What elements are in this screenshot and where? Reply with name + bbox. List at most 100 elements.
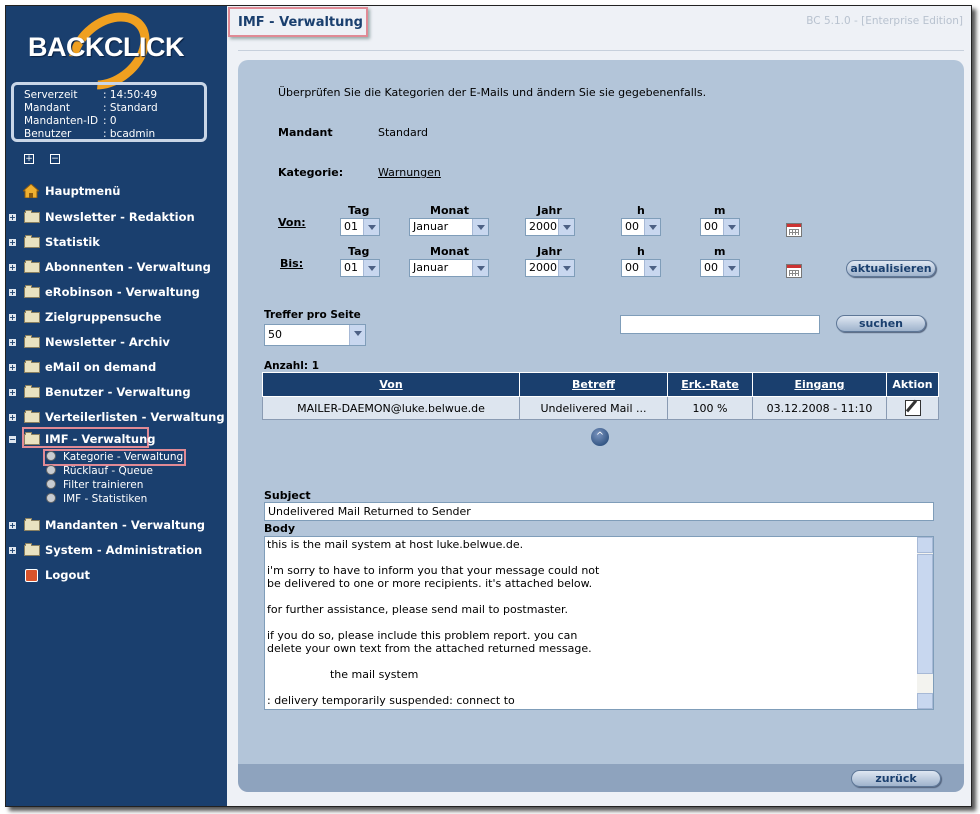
bullet-icon <box>46 451 56 461</box>
column-header-eingang[interactable]: Eingang <box>752 372 887 397</box>
von-monat-select[interactable]: Januar <box>409 218 489 236</box>
info-row-serverzeit: Serverzeit: 14:50:49 <box>24 89 158 101</box>
mandant-label: Mandant <box>278 126 333 139</box>
subnav-ruecklauf-queue[interactable]: Rücklauf - Queue <box>46 465 153 477</box>
expand-icon[interactable]: + <box>9 289 16 297</box>
column-header-erk-rate[interactable]: Erk.-Rate <box>667 372 753 397</box>
expand-icon[interactable]: + <box>9 239 16 247</box>
folder-icon <box>24 385 40 398</box>
nav-mandanten-verwaltung[interactable]: + Mandanten - Verwaltung <box>6 515 227 535</box>
subject-label: Subject <box>264 489 311 502</box>
expand-icon[interactable]: + <box>9 314 16 322</box>
dropdown-arrow-icon <box>472 219 488 235</box>
body-text: this is the mail system at host luke.bel… <box>267 538 600 707</box>
dropdown-arrow-icon <box>363 260 379 276</box>
folder-icon <box>24 410 40 423</box>
bis-monat-select[interactable]: Januar <box>409 259 489 277</box>
info-row-benutzer: Benutzer: bcadmin <box>24 128 156 140</box>
expand-icon[interactable]: + <box>9 547 16 555</box>
dropdown-arrow-icon <box>472 260 488 276</box>
search-input[interactable] <box>620 315 820 334</box>
bis-calendar-icon[interactable] <box>786 264 802 278</box>
info-row-mandant: Mandant: Standard <box>24 102 158 114</box>
von-hour-select[interactable]: 00 <box>621 218 661 236</box>
bullet-icon <box>46 479 56 489</box>
folder-icon <box>24 260 40 273</box>
nav-erobinson-verwaltung[interactable]: + eRobinson - Verwaltung <box>6 282 227 302</box>
nav-zielgruppensuche[interactable]: + Zielgruppensuche <box>6 307 227 327</box>
subnav-kategorie-verwaltung[interactable]: Kategorie - Verwaltung <box>46 451 183 463</box>
minute-header: m <box>714 204 726 217</box>
scrollbar-thumb[interactable] <box>917 554 933 674</box>
dropdown-arrow-icon <box>723 219 739 235</box>
subnav-filter-trainieren[interactable]: Filter trainieren <box>46 479 143 491</box>
column-header-von[interactable]: Von <box>262 372 520 397</box>
cell-betreff: Undelivered Mail ... <box>519 396 668 420</box>
scroll-up-icon[interactable]: ^ <box>591 428 609 446</box>
cell-von: MAILER-DAEMON@luke.belwue.de <box>262 396 520 420</box>
subnav-imf-statistiken[interactable]: IMF - Statistiken <box>46 493 147 505</box>
collapse-all-icon[interactable]: − <box>50 154 60 164</box>
dropdown-arrow-icon <box>349 325 365 345</box>
per-page-label: Treffer pro Seite <box>264 309 361 321</box>
jahr-header: Jahr <box>537 204 562 217</box>
expand-icon[interactable]: + <box>9 364 16 372</box>
body-scrollbar[interactable] <box>917 537 933 709</box>
nav-newsletter-archiv[interactable]: + Newsletter - Archiv <box>6 332 227 352</box>
tag-header-2: Tag <box>348 245 370 258</box>
folder-icon <box>24 285 40 298</box>
monat-header: Monat <box>430 204 470 217</box>
nav-benutzer-verwaltung[interactable]: + Benutzer - Verwaltung <box>6 382 227 402</box>
nav-abonnenten-verwaltung[interactable]: + Abonnenten - Verwaltung <box>6 257 227 277</box>
scroll-up-arrow-icon[interactable] <box>917 537 933 553</box>
tag-header: Tag <box>348 204 370 217</box>
logout-icon <box>25 569 38 582</box>
bis-jahr-select[interactable]: 2000 <box>525 259 575 277</box>
von-tag-select[interactable]: 01 <box>340 218 380 236</box>
per-page-select[interactable]: 50 <box>264 324 366 346</box>
header-divider <box>238 50 964 51</box>
nav-verteilerlisten-verwaltung[interactable]: + Verteilerlisten - Verwaltung <box>6 407 227 427</box>
edit-icon[interactable] <box>904 400 921 416</box>
search-button[interactable]: suchen <box>836 315 926 332</box>
von-jahr-select[interactable]: 2000 <box>525 218 575 236</box>
expand-icon[interactable]: + <box>9 389 16 397</box>
monat-header-2: Monat <box>430 245 470 258</box>
bis-label: Bis: <box>280 257 304 270</box>
nav-email-on-demand[interactable]: + eMail on demand <box>6 357 227 377</box>
jahr-header-2: Jahr <box>537 245 562 258</box>
body-textarea[interactable]: this is the mail system at host luke.bel… <box>264 536 934 710</box>
expand-icon[interactable]: + <box>9 214 16 222</box>
bis-minute-select[interactable]: 00 <box>700 259 740 277</box>
nav-imf-verwaltung[interactable]: − IMF - Verwaltung <box>6 429 227 449</box>
folder-icon <box>24 235 40 248</box>
bis-tag-select[interactable]: 01 <box>340 259 380 277</box>
nav-logout[interactable]: Logout <box>6 565 227 585</box>
bis-hour-select[interactable]: 00 <box>621 259 661 277</box>
von-minute-select[interactable]: 00 <box>700 218 740 236</box>
scroll-down-arrow-icon[interactable] <box>917 693 933 709</box>
intro-text: Überprüfen Sie die Kategorien der E-Mail… <box>278 86 707 99</box>
expand-icon[interactable]: + <box>9 264 16 272</box>
expand-icon[interactable]: + <box>9 339 16 347</box>
column-header-betreff[interactable]: Betreff <box>519 372 668 397</box>
nav-statistik[interactable]: + Statistik <box>6 232 227 252</box>
collapse-icon[interactable]: − <box>9 436 16 444</box>
results-table: Von Betreff Erk.-Rate Eingang Aktion MAI… <box>262 372 939 420</box>
folder-icon <box>24 518 40 531</box>
subject-field[interactable]: Undelivered Mail Returned to Sender <box>264 502 934 521</box>
info-row-mandanten-id: Mandanten-ID: 0 <box>24 115 117 127</box>
nav-system-administration[interactable]: + System - Administration <box>6 540 227 560</box>
nav-hauptmenu[interactable]: Hauptmenü <box>6 181 227 201</box>
expand-all-icon[interactable]: + <box>24 154 34 164</box>
refresh-button[interactable]: aktualisieren <box>846 260 936 277</box>
nav-newsletter-redaktion[interactable]: + Newsletter - Redaktion <box>6 207 227 227</box>
back-button[interactable]: zurück <box>851 770 941 787</box>
von-calendar-icon[interactable] <box>786 223 802 237</box>
dropdown-arrow-icon <box>363 219 379 235</box>
kategorie-link[interactable]: Warnungen <box>378 166 441 179</box>
expand-icon[interactable]: + <box>9 522 16 530</box>
sidebar: BACKCLICK Serverzeit: 14:50:49 Mandant: … <box>6 6 227 806</box>
table-row: MAILER-DAEMON@luke.belwue.de Undelivered… <box>262 396 939 420</box>
expand-icon[interactable]: + <box>9 414 16 422</box>
